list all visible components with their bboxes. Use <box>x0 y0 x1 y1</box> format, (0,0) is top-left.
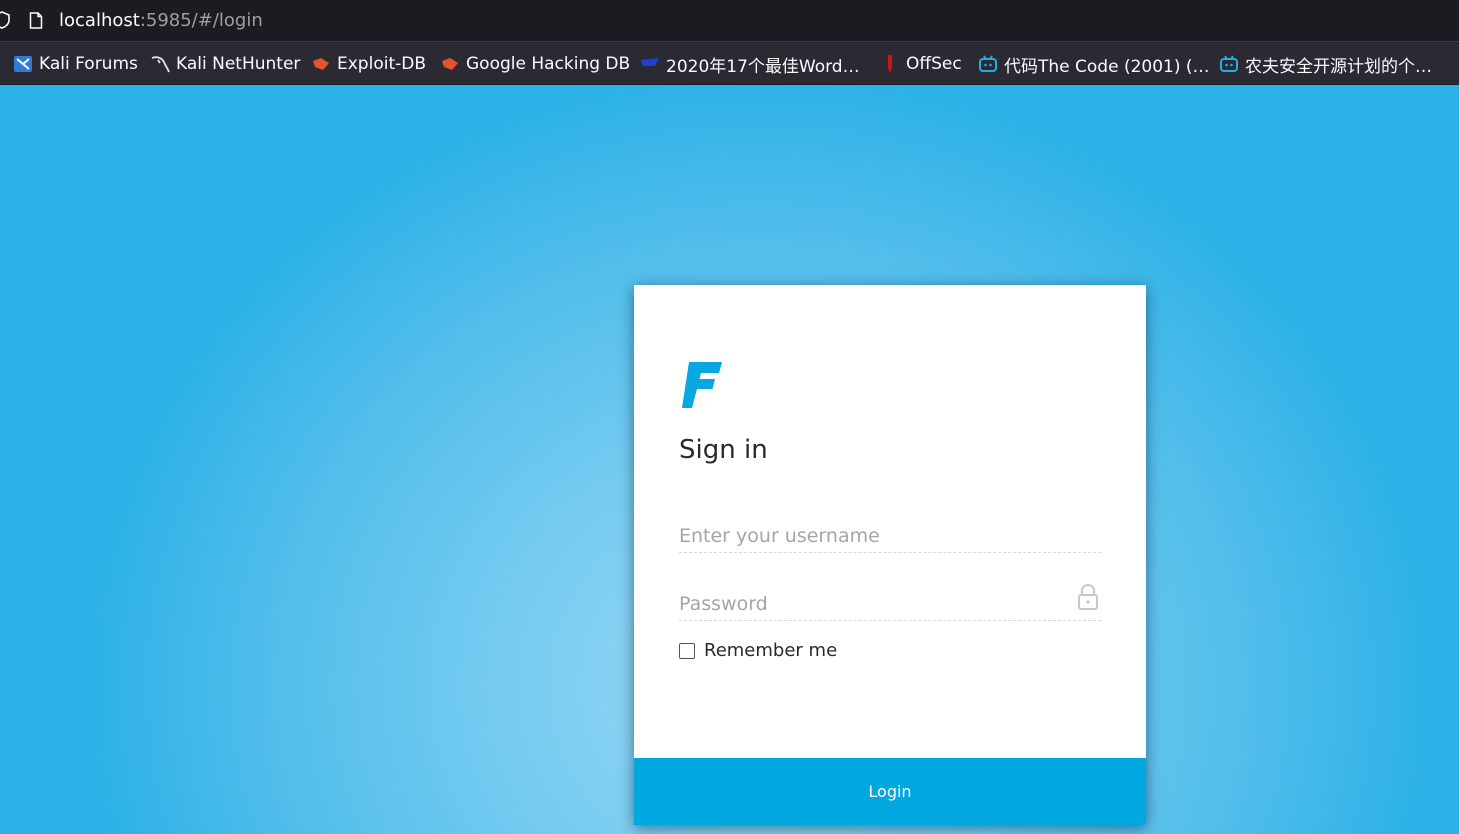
bilibili-icon <box>979 55 997 72</box>
ghdb-icon <box>442 58 458 70</box>
kali-forums-icon <box>14 56 32 72</box>
bookmarks-toolbar: Kali Forums Kali NetHunter Exploit-DB Go… <box>0 42 1459 85</box>
remember-me-label: Remember me <box>704 640 838 661</box>
offsec-icon <box>888 55 892 73</box>
url-text[interactable]: localhost:5985/#/login <box>59 9 263 33</box>
url-path: :5985/#/login <box>139 10 263 31</box>
bookmark-label: Kali Forums <box>39 54 138 74</box>
bookmark-label: OffSec <box>906 54 962 74</box>
username-input[interactable] <box>679 519 1101 553</box>
page-background: Sign in Remember me Login <box>0 85 1459 834</box>
remember-me[interactable]: Remember me <box>679 640 837 661</box>
bookmark-label: 农夫安全开源计划的个… <box>1245 56 1432 77</box>
password-input[interactable] <box>679 587 1101 621</box>
bookmark-kali-nethunter[interactable]: Kali NetHunter <box>150 52 300 76</box>
bilibili-icon <box>1220 55 1238 72</box>
bookmark-google-hacking-db[interactable]: Google Hacking DB <box>440 52 630 76</box>
bookmark-label: Exploit-DB <box>337 54 426 74</box>
bookmark-label: Kali NetHunter <box>176 54 301 74</box>
bookmark-the-code[interactable]: 代码The Code (2001) (… <box>978 52 1210 77</box>
blue-bird-icon <box>641 58 659 66</box>
bookmark-nongfu-security[interactable]: 农夫安全开源计划的个… <box>1219 52 1432 77</box>
page-title: Sign in <box>679 435 768 465</box>
url-host: localhost <box>59 10 140 31</box>
bookmark-exploit-db[interactable]: Exploit-DB <box>311 52 426 76</box>
f-logo-icon <box>682 362 722 408</box>
bookmark-label: Google Hacking DB <box>466 54 631 74</box>
bookmark-label: 2020年17个最佳Word… <box>666 56 860 77</box>
remember-me-checkbox[interactable] <box>679 642 695 659</box>
login-card: Sign in Remember me Login <box>634 285 1146 825</box>
bookmark-label: 代码The Code (2001) (… <box>1004 56 1210 77</box>
shield-icon[interactable] <box>0 11 10 29</box>
bookmark-offsec[interactable]: OffSec <box>880 52 962 76</box>
lock-icon <box>1078 583 1098 610</box>
login-button[interactable]: Login <box>634 758 1146 825</box>
bookmark-kali-forums[interactable]: Kali Forums <box>13 52 138 76</box>
exploit-db-icon <box>313 58 329 70</box>
kali-dragon-icon <box>151 56 170 73</box>
address-bar[interactable]: localhost:5985/#/login <box>0 0 1459 42</box>
bookmark-wordpress-list[interactable]: 2020年17个最佳Word… <box>640 52 860 77</box>
page-icon <box>29 12 43 29</box>
